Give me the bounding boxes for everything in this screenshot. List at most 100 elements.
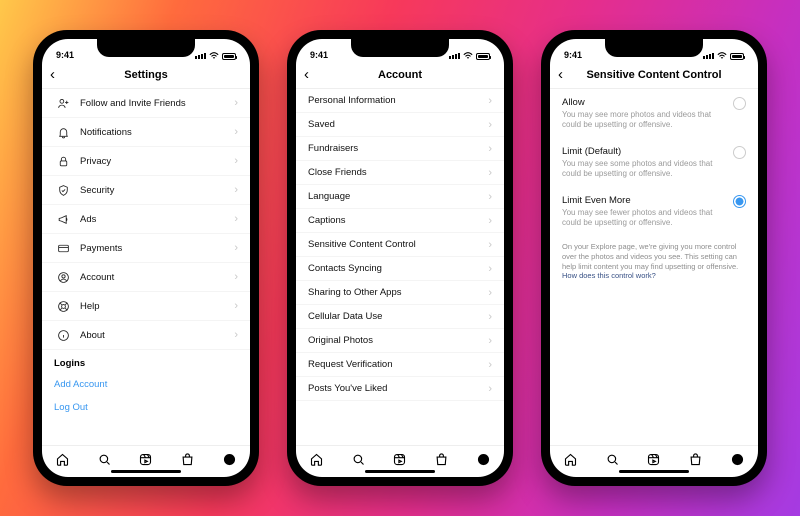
settings-item-account[interactable]: Account › — [42, 263, 250, 292]
back-button[interactable]: ‹ — [50, 66, 55, 83]
chevron-right-icon: › — [234, 213, 238, 225]
chevron-right-icon: › — [234, 184, 238, 196]
settings-item-label: Security — [80, 185, 114, 196]
header: ‹ Sensitive Content Control — [550, 61, 758, 89]
phone-settings: 9:41 ‹ Settings Follow and Invite Friend… — [33, 30, 259, 486]
chevron-right-icon: › — [488, 383, 492, 395]
chevron-right-icon: › — [234, 300, 238, 312]
radio-button-selected[interactable] — [733, 195, 746, 208]
account-item[interactable]: Contacts Syncing› — [296, 257, 504, 281]
settings-item-follow-invite[interactable]: Follow and Invite Friends › — [42, 89, 250, 118]
account-item[interactable]: Close Friends› — [296, 161, 504, 185]
scc-option-limit[interactable]: Limit (Default) You may see some photos … — [550, 138, 758, 187]
tab-home[interactable] — [309, 452, 324, 472]
settings-item-label: About — [80, 330, 105, 341]
person-circle-icon — [54, 270, 72, 284]
settings-item-privacy[interactable]: Privacy › — [42, 147, 250, 176]
settings-item-help[interactable]: Help › — [42, 292, 250, 321]
page-title: Settings — [124, 69, 167, 81]
notch — [605, 39, 703, 57]
status-time: 9:41 — [564, 50, 582, 60]
bell-icon — [54, 125, 72, 139]
account-item-label: Fundraisers — [308, 143, 358, 154]
account-item[interactable]: Language› — [296, 185, 504, 209]
settings-item-label: Account — [80, 272, 114, 283]
tab-profile[interactable] — [222, 452, 237, 472]
add-account-link[interactable]: Add Account — [42, 373, 250, 396]
tab-shop[interactable] — [180, 452, 195, 472]
account-item[interactable]: Posts You've Liked › — [296, 377, 504, 401]
account-item-label: Original Photos — [308, 335, 373, 346]
account-item[interactable]: Sharing to Other Apps› — [296, 281, 504, 305]
settings-item-notifications[interactable]: Notifications › — [42, 118, 250, 147]
tab-profile[interactable] — [730, 452, 745, 472]
header: ‹ Settings — [42, 61, 250, 89]
battery-icon — [222, 53, 236, 60]
settings-item-about[interactable]: About › — [42, 321, 250, 350]
scc-option-limit-even-more[interactable]: Limit Even More You may see fewer photos… — [550, 187, 758, 236]
account-item[interactable]: Sensitive Content Control› — [296, 233, 504, 257]
account-item-label: Posts You've Liked — [308, 383, 387, 394]
chevron-right-icon: › — [488, 335, 492, 347]
status-time: 9:41 — [56, 50, 74, 60]
account-item-label: Language — [308, 191, 350, 202]
settings-item-ads[interactable]: Ads › — [42, 205, 250, 234]
scc-option-allow[interactable]: Allow You may see more photos and videos… — [550, 89, 758, 138]
tab-search[interactable] — [605, 452, 620, 472]
page-title: Sensitive Content Control — [586, 69, 721, 81]
tab-home[interactable] — [55, 452, 70, 472]
account-item[interactable]: Saved› — [296, 113, 504, 137]
account-item[interactable]: Original Photos › — [296, 329, 504, 353]
phone-account: 9:41 ‹ Account Personal Information›Save… — [287, 30, 513, 486]
notch — [351, 39, 449, 57]
account-item[interactable]: Captions› — [296, 209, 504, 233]
radio-button[interactable] — [733, 97, 746, 110]
radio-button[interactable] — [733, 146, 746, 159]
header: ‹ Account — [296, 61, 504, 89]
signal-icon — [449, 53, 460, 59]
settings-item-label: Privacy — [80, 156, 111, 167]
tab-home[interactable] — [563, 452, 578, 472]
tab-profile[interactable] — [476, 452, 491, 472]
signal-icon — [703, 53, 714, 59]
settings-item-label: Help — [80, 301, 100, 312]
chevron-right-icon: › — [488, 287, 492, 299]
settings-item-security[interactable]: Security › — [42, 176, 250, 205]
account-item[interactable]: Request Verification› — [296, 353, 504, 377]
logins-header: Logins — [42, 350, 250, 373]
account-item[interactable]: Personal Information› — [296, 89, 504, 113]
info-icon — [54, 328, 72, 342]
log-out-link[interactable]: Log Out — [42, 396, 250, 419]
tab-shop[interactable] — [688, 452, 703, 472]
tab-reels[interactable] — [138, 452, 153, 472]
settings-list[interactable]: Follow and Invite Friends › Notification… — [42, 89, 250, 445]
back-button[interactable]: ‹ — [558, 66, 563, 83]
home-indicator[interactable] — [111, 470, 181, 473]
account-list[interactable]: Personal Information›Saved›Fundraisers›C… — [296, 89, 504, 445]
account-item[interactable]: Cellular Data Use› — [296, 305, 504, 329]
chevron-right-icon: › — [488, 311, 492, 323]
status-time: 9:41 — [310, 50, 328, 60]
tab-search[interactable] — [97, 452, 112, 472]
chevron-right-icon: › — [488, 119, 492, 131]
tab-reels[interactable] — [646, 452, 661, 472]
account-item[interactable]: Fundraisers› — [296, 137, 504, 161]
home-indicator[interactable] — [365, 470, 435, 473]
phone-scc: 9:41 ‹ Sensitive Content Control Allow Y… — [541, 30, 767, 486]
chevron-right-icon: › — [234, 329, 238, 341]
signal-icon — [195, 53, 206, 59]
back-button[interactable]: ‹ — [304, 66, 309, 83]
tab-reels[interactable] — [392, 452, 407, 472]
scc-info-link[interactable]: How does this control work? — [562, 271, 656, 280]
chevron-right-icon: › — [234, 126, 238, 138]
user-plus-icon — [54, 96, 72, 110]
option-label: Limit Even More — [562, 195, 717, 206]
chevron-right-icon: › — [488, 215, 492, 227]
tab-shop[interactable] — [434, 452, 449, 472]
settings-item-payments[interactable]: Payments › — [42, 234, 250, 263]
chevron-right-icon: › — [234, 242, 238, 254]
option-label: Allow — [562, 97, 717, 108]
wifi-icon — [209, 52, 219, 60]
tab-search[interactable] — [351, 452, 366, 472]
home-indicator[interactable] — [619, 470, 689, 473]
